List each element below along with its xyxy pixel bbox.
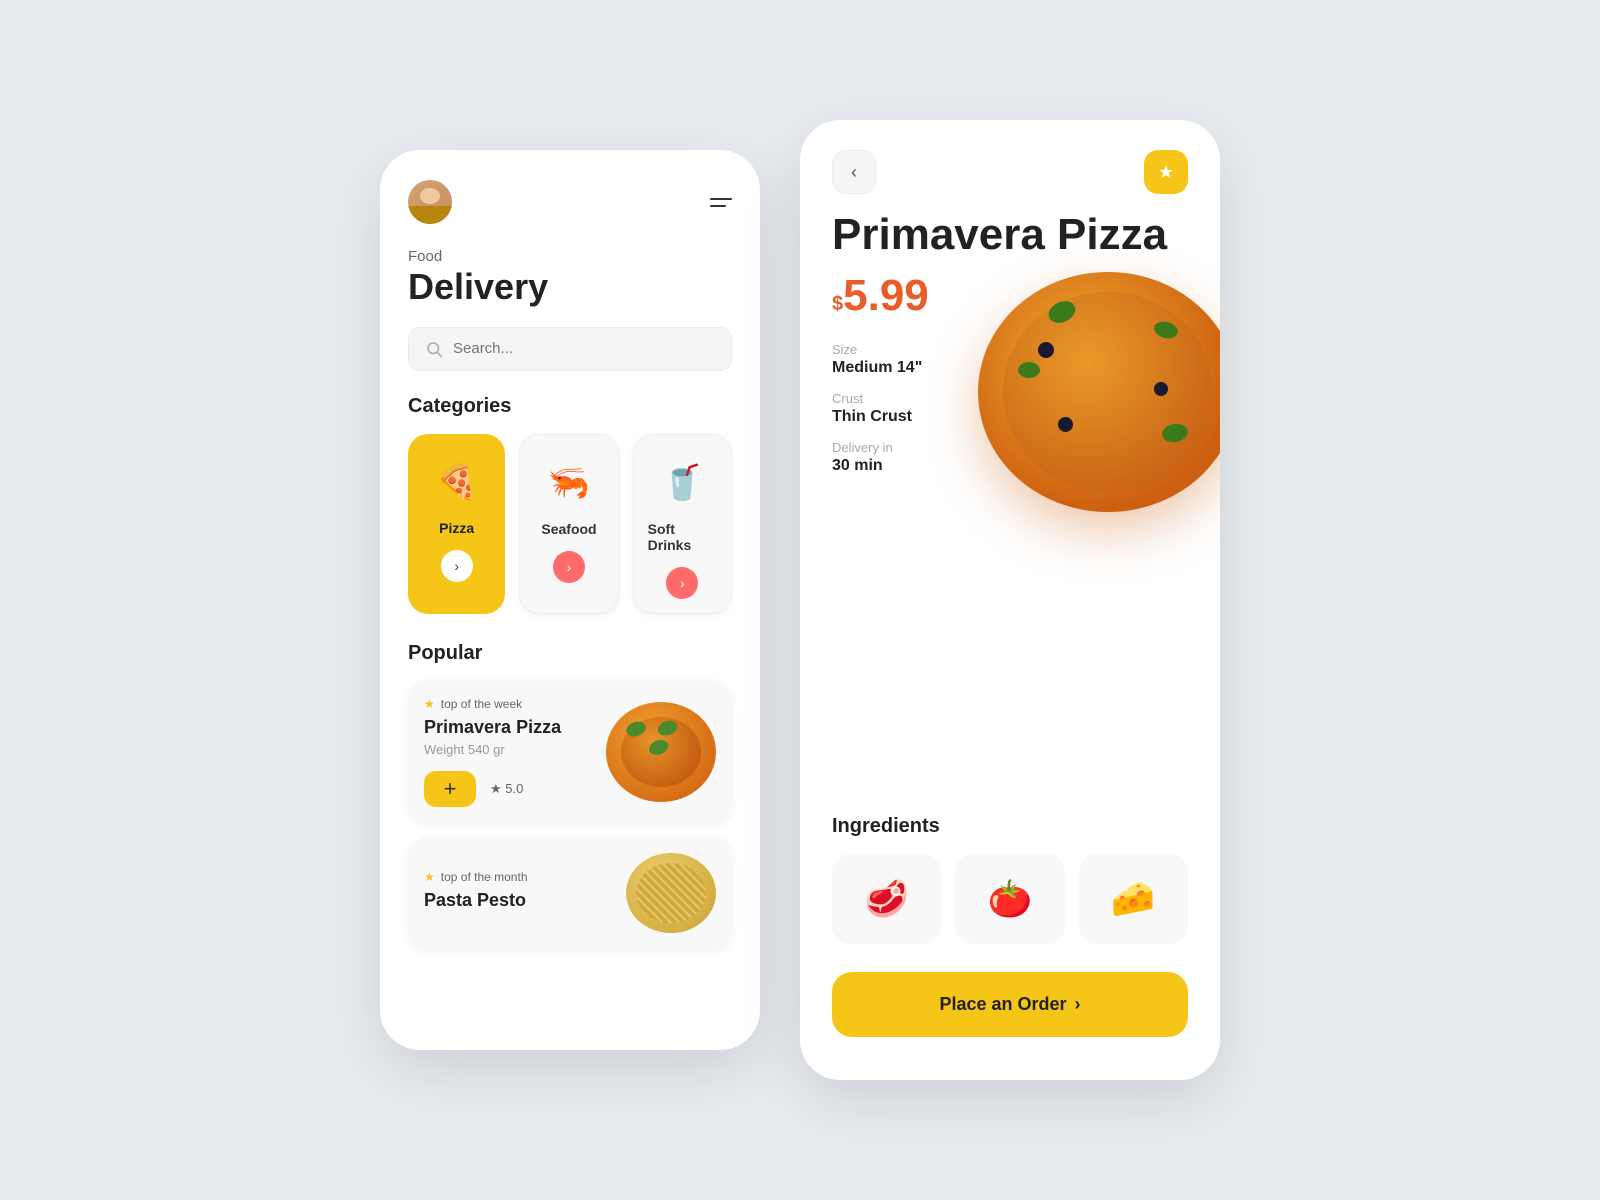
popular-actions-primavera: + ★ 5.0	[424, 771, 606, 807]
pizza-big-image	[978, 272, 1220, 512]
popular-badge-pasta: ★ top of the month	[424, 870, 626, 884]
ingredient-ham[interactable]: 🥩	[832, 854, 941, 944]
topping-4	[1161, 422, 1190, 444]
search-bar[interactable]	[408, 327, 732, 371]
title-section: Food Delivery	[408, 248, 732, 307]
rating-primavera: ★ 5.0	[490, 781, 523, 797]
pizza-icon: 🍕	[429, 454, 485, 510]
topping-2	[1152, 319, 1179, 341]
popular-weight-primavera: Weight 540 gr	[424, 742, 606, 757]
popular-name-pasta: Pasta Pesto	[424, 890, 626, 911]
pasta-thumbnail	[626, 853, 716, 933]
tomato-icon: 🍅	[988, 878, 1033, 920]
order-btn-arrow: ›	[1075, 994, 1081, 1015]
menu-button[interactable]	[710, 198, 732, 207]
left-header	[408, 180, 732, 224]
ingredient-cheese[interactable]: 🧀	[1079, 854, 1188, 944]
pizza-detail-title: Primavera Pizza	[832, 212, 1188, 258]
star-icon: ★	[424, 697, 435, 711]
ingredients-section: Ingredients 🥩 🍅 🧀 Place an Order ›	[832, 815, 1188, 1037]
topping-1	[1045, 297, 1079, 327]
popular-title: Popular	[408, 642, 732, 665]
price-value: 5.99	[843, 274, 929, 318]
category-label-pizza: Pizza	[439, 520, 474, 536]
right-phone: ‹ ★ Primavera Pizza $ 5.99 Size Medium 1…	[800, 120, 1220, 1080]
category-card-softdrinks[interactable]: 🥤 Soft Drinks ›	[633, 434, 732, 614]
popular-item-pasta[interactable]: ★ top of the month Pasta Pesto	[408, 837, 732, 949]
star-icon-pasta: ★	[424, 870, 435, 884]
topping-3	[1018, 362, 1040, 378]
category-card-pizza[interactable]: 🍕 Pizza ›	[408, 434, 505, 614]
pizza-detail-area: Primavera Pizza $ 5.99 Size Medium 14" C…	[832, 212, 1188, 475]
category-arrow-pizza[interactable]: ›	[441, 550, 473, 582]
olive-2	[1154, 382, 1168, 396]
detail-header: ‹ ★	[832, 150, 1188, 194]
price-dollar: $	[832, 293, 843, 316]
olive-3	[1058, 417, 1073, 432]
avatar[interactable]	[408, 180, 452, 224]
ingredient-tomato[interactable]: 🍅	[955, 854, 1064, 944]
search-icon	[425, 340, 443, 358]
popular-item-primavera[interactable]: ★ top of the week Primavera Pizza Weight…	[408, 681, 732, 823]
place-order-button[interactable]: Place an Order ›	[832, 972, 1188, 1037]
title-sub: Food	[408, 248, 732, 265]
olive-1	[1038, 342, 1054, 358]
back-button[interactable]: ‹	[832, 150, 876, 194]
order-btn-label: Place an Order	[939, 994, 1066, 1015]
categories-title: Categories	[408, 395, 732, 418]
popular-badge-primavera: ★ top of the week	[424, 697, 606, 711]
favorite-button[interactable]: ★	[1144, 150, 1188, 194]
title-main: Delivery	[408, 267, 732, 307]
badge-text-pasta: top of the month	[441, 870, 528, 884]
popular-info-primavera: ★ top of the week Primavera Pizza Weight…	[424, 697, 606, 807]
cheese-icon: 🧀	[1111, 878, 1156, 920]
category-label-softdrinks: Soft Drinks	[648, 521, 717, 553]
popular-name-primavera: Primavera Pizza	[424, 717, 606, 738]
ham-icon: 🥩	[864, 878, 909, 920]
left-phone: Food Delivery Categories 🍕 Pizza › 🦐 Sea…	[380, 150, 760, 1050]
category-arrow-softdrinks[interactable]: ›	[666, 567, 698, 599]
category-label-seafood: Seafood	[541, 521, 596, 537]
seafood-icon: 🦐	[541, 455, 597, 511]
search-input[interactable]	[453, 340, 715, 357]
popular-section: Popular ★ top of the week Primavera Pizz…	[408, 642, 732, 949]
ingredients-title: Ingredients	[832, 815, 1188, 838]
category-card-seafood[interactable]: 🦐 Seafood ›	[519, 434, 618, 614]
badge-text-primavera: top of the week	[441, 697, 522, 711]
add-button-primavera[interactable]: +	[424, 771, 476, 807]
category-arrow-seafood[interactable]: ›	[553, 551, 585, 583]
softdrinks-icon: 🥤	[654, 455, 710, 511]
categories-list: 🍕 Pizza › 🦐 Seafood › 🥤 Soft Drinks ›	[408, 434, 732, 614]
ingredients-list: 🥩 🍅 🧀	[832, 854, 1188, 944]
popular-info-pasta: ★ top of the month Pasta Pesto	[424, 870, 626, 915]
pizza-thumbnail-primavera	[606, 702, 716, 802]
